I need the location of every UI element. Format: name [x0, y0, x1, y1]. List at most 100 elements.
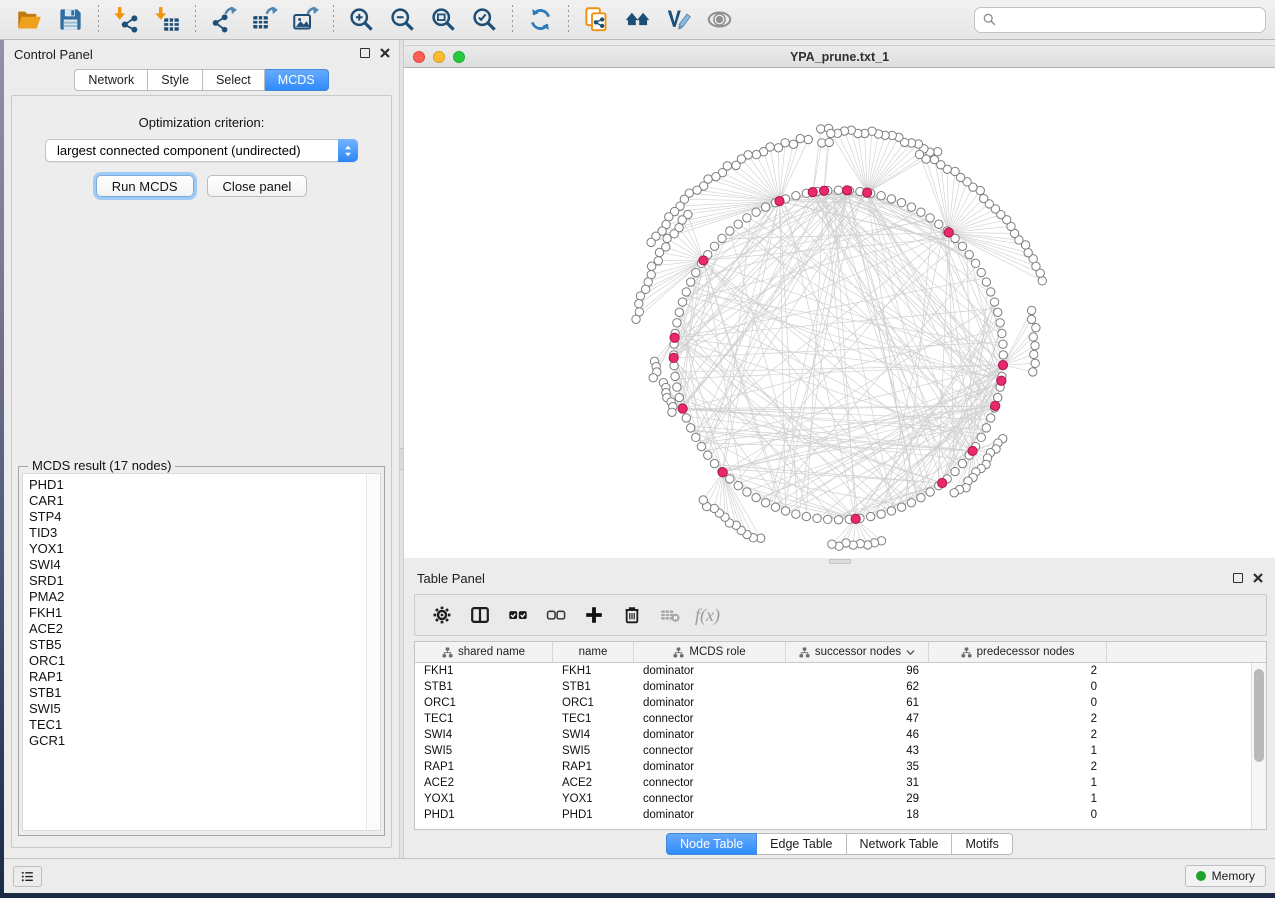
network-node[interactable]: [678, 216, 686, 224]
network-node[interactable]: [743, 488, 751, 496]
mcds-hub-node[interactable]: [820, 186, 829, 195]
network-node[interactable]: [635, 300, 643, 308]
tab-network[interactable]: Network: [74, 69, 148, 91]
network-node[interactable]: [647, 262, 655, 270]
network-node[interactable]: [792, 510, 800, 518]
tab-mcds[interactable]: MCDS: [265, 69, 329, 91]
splitter-grip[interactable]: [829, 559, 851, 564]
network-node[interactable]: [726, 227, 734, 235]
network-node[interactable]: [675, 393, 683, 401]
network-node[interactable]: [1027, 306, 1035, 314]
network-node[interactable]: [686, 278, 694, 286]
network-node[interactable]: [999, 351, 1007, 359]
memory-button[interactable]: Memory: [1185, 865, 1266, 887]
network-node[interactable]: [752, 208, 760, 216]
open-file-button[interactable]: [9, 3, 50, 37]
network-node[interactable]: [743, 214, 751, 222]
network-node[interactable]: [930, 155, 938, 163]
network-node[interactable]: [675, 308, 683, 316]
tab-select[interactable]: Select: [203, 69, 265, 91]
tab-network-table[interactable]: Network Table: [847, 833, 953, 855]
import-network-from-file-button[interactable]: [106, 3, 147, 37]
scrollbar-thumb[interactable]: [1254, 669, 1264, 762]
network-node[interactable]: [781, 507, 789, 515]
close-traffic-light-icon[interactable]: [413, 51, 425, 63]
network-node[interactable]: [982, 278, 990, 286]
network-node[interactable]: [1031, 341, 1039, 349]
apply-preferred-layout-button[interactable]: [520, 3, 561, 37]
network-node[interactable]: [1027, 315, 1035, 323]
mcds-result-item[interactable]: ORC1: [29, 653, 366, 669]
mcds-hub-node[interactable]: [991, 401, 1000, 410]
network-node[interactable]: [813, 514, 821, 522]
network-node[interactable]: [828, 540, 836, 548]
mcds-hub-node[interactable]: [998, 360, 1007, 369]
mcds-result-item[interactable]: TID3: [29, 525, 366, 541]
network-node[interactable]: [732, 161, 740, 169]
network-node[interactable]: [950, 489, 958, 497]
network-node[interactable]: [752, 150, 760, 158]
network-node[interactable]: [996, 319, 1004, 327]
close-panel-icon[interactable]: [380, 48, 390, 58]
network-node[interactable]: [663, 234, 671, 242]
close-panel-icon[interactable]: [1253, 573, 1263, 583]
network-node[interactable]: [977, 268, 985, 276]
network-node[interactable]: [965, 250, 973, 258]
mcds-result-item[interactable]: SRD1: [29, 573, 366, 589]
mcds-result-item[interactable]: RAP1: [29, 669, 366, 685]
mcds-result-item[interactable]: SWI4: [29, 557, 366, 573]
table-row[interactable]: SWI4SWI4dominator462: [415, 727, 1251, 743]
column-header-mcds-role[interactable]: MCDS role: [634, 642, 786, 662]
table-row[interactable]: PHD1PHD1dominator180: [415, 807, 1251, 823]
tab-style[interactable]: Style: [148, 69, 203, 91]
network-node[interactable]: [718, 234, 726, 242]
network-node[interactable]: [678, 298, 686, 306]
network-node[interactable]: [671, 372, 679, 380]
network-node[interactable]: [1029, 333, 1037, 341]
network-node[interactable]: [917, 208, 925, 216]
minimize-traffic-light-icon[interactable]: [433, 51, 445, 63]
network-node[interactable]: [710, 459, 718, 467]
show-graphical-details-button[interactable]: [658, 3, 699, 37]
deselect-all-button[interactable]: [538, 599, 573, 631]
network-node[interactable]: [712, 172, 720, 180]
network-node[interactable]: [994, 308, 1002, 316]
network-node[interactable]: [704, 451, 712, 459]
network-node[interactable]: [958, 242, 966, 250]
table-row[interactable]: FKH1FKH1dominator962: [415, 663, 1251, 679]
network-node[interactable]: [665, 213, 673, 221]
network-node[interactable]: [817, 125, 825, 133]
network-node[interactable]: [726, 475, 734, 483]
show-hide-graphics-details-button[interactable]: [699, 3, 740, 37]
network-node[interactable]: [933, 147, 941, 155]
network-node[interactable]: [710, 504, 718, 512]
optimization-criterion-select[interactable]: largest connected component (undirected): [45, 139, 358, 162]
result-list-scrollbar[interactable]: [366, 473, 381, 831]
function-builder-button[interactable]: f(x): [695, 605, 720, 626]
mcds-hub-node[interactable]: [718, 468, 727, 477]
network-node[interactable]: [971, 259, 979, 267]
network-canvas[interactable]: [404, 68, 1275, 558]
new-network-from-selection-button[interactable]: [576, 3, 617, 37]
network-node[interactable]: [998, 329, 1006, 337]
column-header-predecessor-nodes[interactable]: predecessor nodes: [929, 642, 1107, 662]
network-node[interactable]: [907, 203, 915, 211]
network-node[interactable]: [877, 510, 885, 518]
network-node[interactable]: [789, 140, 797, 148]
import-table-from-file-button[interactable]: [147, 3, 188, 37]
table-row[interactable]: SWI5SWI5connector431: [415, 743, 1251, 759]
network-node[interactable]: [710, 242, 718, 250]
maximize-traffic-light-icon[interactable]: [453, 51, 465, 63]
table-row[interactable]: YOX1YOX1connector291: [415, 791, 1251, 807]
save-session-button[interactable]: [50, 3, 91, 37]
delete-column-button[interactable]: [614, 599, 649, 631]
network-node[interactable]: [824, 515, 832, 523]
add-column-button[interactable]: [576, 599, 611, 631]
network-node[interactable]: [655, 248, 663, 256]
run-mcds-button[interactable]: Run MCDS: [96, 175, 194, 197]
mcds-hub-node[interactable]: [851, 514, 860, 523]
network-node[interactable]: [1030, 350, 1038, 358]
network-node[interactable]: [834, 186, 842, 194]
network-node[interactable]: [897, 199, 905, 207]
mcds-result-item[interactable]: STB5: [29, 637, 366, 653]
